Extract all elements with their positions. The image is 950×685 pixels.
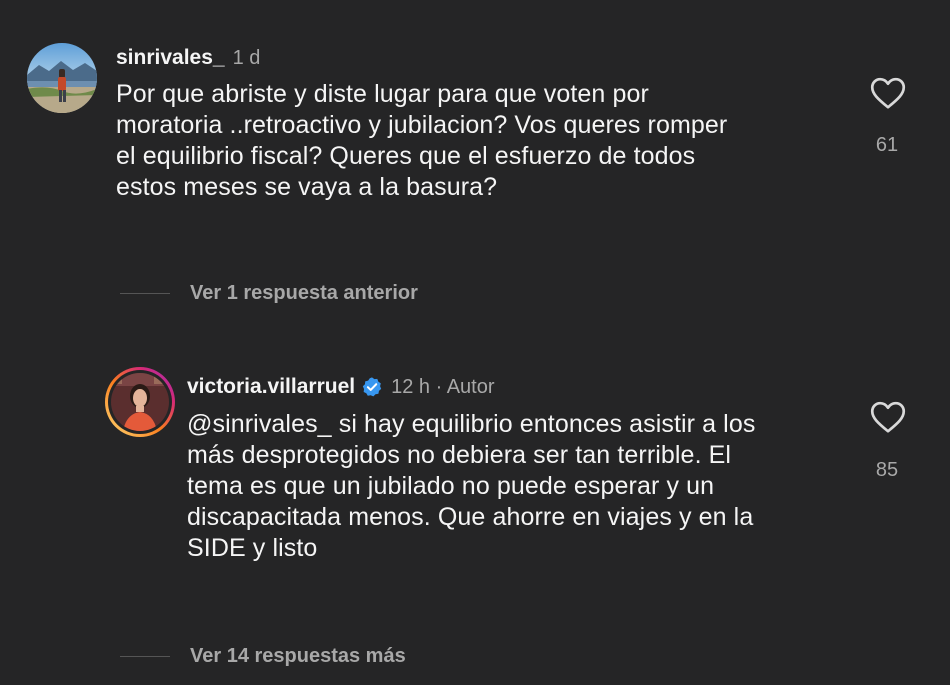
- reply-like-count: 85: [875, 459, 899, 481]
- comment-username[interactable]: sinrivales_: [116, 46, 225, 70]
- comment-timestamp: 1 d: [232, 46, 261, 69]
- verified-badge-icon: [362, 377, 382, 397]
- comment-text: Por que abriste y diste lugar para que v…: [116, 80, 728, 201]
- view-more-replies-button[interactable]: Ver 14 respuestas más: [120, 645, 406, 668]
- view-previous-replies-button[interactable]: Ver 1 respuesta anterior: [120, 282, 418, 305]
- avatar-victoria-villarruel[interactable]: [104, 366, 176, 438]
- comment-header: sinrivales_ 1 d: [116, 46, 260, 70]
- view-more-replies-label: Ver 14 respuestas más: [190, 645, 406, 667]
- avatar-story-ring-image: [105, 367, 175, 437]
- view-previous-replies-label: Ver 1 respuesta anterior: [190, 282, 418, 304]
- reply-text: @sinrivales_ si hay equilibrio entonces …: [187, 410, 756, 562]
- replies-divider-line: [120, 293, 170, 294]
- heart-outline-icon: [870, 77, 906, 109]
- reply-username[interactable]: victoria.villarruel: [187, 375, 355, 399]
- avatar-landscape-image: [27, 43, 97, 113]
- comment-like-button[interactable]: [868, 76, 908, 115]
- heart-outline-icon: [870, 401, 906, 433]
- replies-divider-line: [120, 656, 170, 657]
- comments-thread: sinrivales_ 1 d Por que abriste y diste …: [0, 0, 950, 685]
- comment-like-count: 61: [875, 134, 899, 156]
- reply-header: victoria.villarruel 12 h · Autor: [187, 375, 495, 399]
- avatar-sinrivales[interactable]: [27, 43, 97, 113]
- reply-timestamp: 12 h · Autor: [391, 375, 495, 398]
- reply-like-button[interactable]: [868, 400, 908, 439]
